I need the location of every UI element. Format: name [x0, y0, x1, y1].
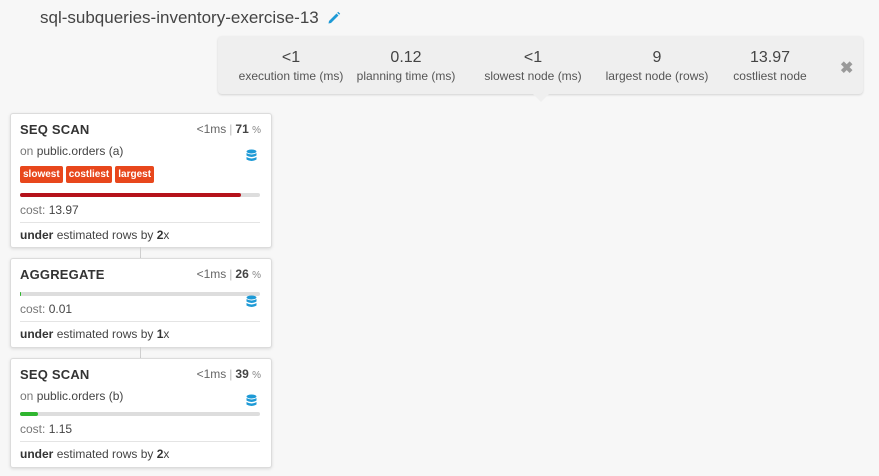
cost-value: 0.01 [48, 302, 73, 316]
node-relation: on public.orders (a) [20, 144, 123, 158]
cost-bar [20, 193, 260, 197]
relation-prefix: on [20, 144, 34, 158]
stat-label: planning time (ms) [356, 69, 456, 83]
cost-bar-fill [20, 292, 22, 296]
badge-largest: largest [115, 166, 155, 183]
node-timing: <1ms | 39 % [196, 367, 261, 381]
node-percent: 39 [235, 367, 249, 381]
divider [20, 222, 260, 223]
stat-value: 9 [652, 49, 662, 66]
divider [20, 321, 260, 322]
cost-value: 13.97 [48, 203, 79, 217]
node-type: SEQ SCAN [20, 122, 90, 137]
estimate-text: estimated rows by [56, 327, 154, 341]
row-estimate: under estimated rows by 2x [20, 447, 169, 461]
title-bar: sql-subqueries-inventory-exercise-13 [40, 8, 341, 28]
estimate-unit: x [163, 228, 170, 242]
stat-label: costliest node [733, 69, 807, 83]
stats-caret [533, 94, 549, 102]
stat-value: 0.12 [390, 49, 422, 66]
cost-bar [20, 412, 260, 416]
badge-slowest: slowest [20, 166, 63, 183]
database-icon [246, 394, 257, 406]
stat-value: <1 [281, 49, 301, 66]
stat-costliest-node: 13.97 costliest node [720, 48, 820, 84]
node-timing: <1ms | 71 % [196, 122, 261, 136]
cost-label: cost: [20, 302, 46, 316]
page-title: sql-subqueries-inventory-exercise-13 [40, 8, 319, 27]
plan-node-seq-scan-b[interactable]: SEQ SCAN <1ms | 39 % on public.orders (b) … [10, 358, 272, 468]
node-type: SEQ SCAN [20, 367, 90, 382]
stat-value: 13.97 [749, 49, 791, 66]
cost-label: cost: [20, 203, 46, 217]
node-timing: <1ms | 26 % [196, 267, 261, 281]
node-cost: cost: 0.01 [20, 302, 72, 316]
estimate-unit: x [163, 327, 170, 341]
plan-node-aggregate[interactable]: AGGREGATE <1ms | 26 % cost: 0.01 under est… [10, 258, 272, 348]
close-icon[interactable]: ✖ [840, 58, 853, 78]
stat-planning-time: 0.12 planning time (ms) [346, 48, 466, 84]
database-icon [246, 295, 257, 307]
row-estimate: under estimated rows by 1x [20, 327, 169, 341]
stat-value: <1 [523, 49, 543, 66]
stat-label: largest node (rows) [605, 69, 709, 83]
estimate-direction: under [20, 447, 54, 461]
stat-label: execution time (ms) [238, 69, 344, 83]
cost-bar-fill [20, 412, 38, 416]
cost-bar-fill [20, 193, 241, 197]
estimate-direction: under [20, 228, 54, 242]
stat-slowest-node: <1 slowest node (ms) [474, 48, 592, 84]
relation-prefix: on [20, 389, 34, 403]
relation-name: public.orders (a) [36, 144, 124, 158]
stats-panel: <1 execution time (ms) 0.12 planning tim… [218, 36, 863, 94]
cost-label: cost: [20, 422, 46, 436]
node-time: <1ms [196, 122, 227, 136]
badge-group: slowest costliest largest [20, 166, 155, 183]
divider [20, 441, 260, 442]
node-percent-unit: % [252, 370, 261, 381]
node-percent-unit: % [252, 270, 261, 281]
pencil-icon[interactable] [327, 11, 341, 25]
cost-value: 1.15 [48, 422, 73, 436]
database-icon [246, 149, 257, 161]
tree-connector [140, 347, 141, 358]
badge-costliest: costliest [65, 166, 113, 183]
tree-connector [140, 247, 141, 258]
node-percent-unit: % [252, 125, 261, 136]
estimate-direction: under [20, 327, 54, 341]
node-time: <1ms [196, 367, 227, 381]
plan-node-seq-scan-a[interactable]: SEQ SCAN <1ms | 71 % on public.orders (a) … [10, 113, 272, 248]
estimate-text: estimated rows by [56, 228, 154, 242]
estimate-unit: x [163, 447, 170, 461]
node-cost: cost: 1.15 [20, 422, 72, 436]
row-estimate: under estimated rows by 2x [20, 228, 169, 242]
node-percent: 26 [235, 267, 249, 281]
relation-name: public.orders (b) [36, 389, 124, 403]
node-type: AGGREGATE [20, 267, 105, 282]
stat-execution-time: <1 execution time (ms) [218, 48, 364, 84]
estimate-text: estimated rows by [56, 447, 154, 461]
cost-bar [20, 292, 260, 296]
node-time: <1ms [196, 267, 227, 281]
node-relation: on public.orders (b) [20, 389, 123, 403]
node-percent: 71 [235, 122, 249, 136]
stat-label: slowest node (ms) [484, 69, 582, 83]
stat-largest-node: 9 largest node (rows) [598, 48, 716, 84]
node-cost: cost: 13.97 [20, 203, 79, 217]
